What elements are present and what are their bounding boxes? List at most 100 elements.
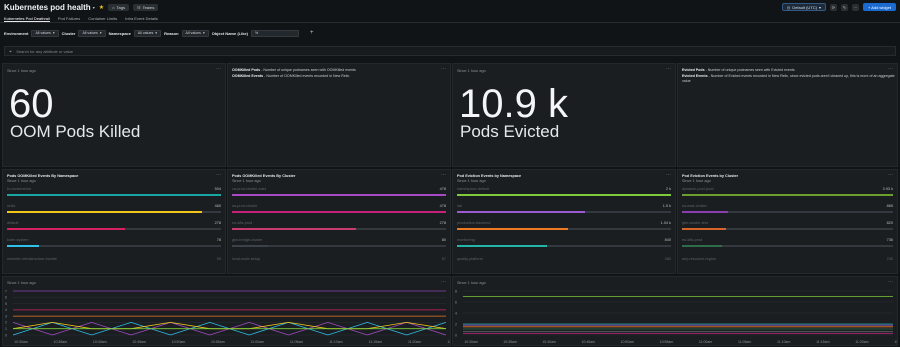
panel-title: Pods OOMKilled Events By Namespace: [7, 174, 79, 178]
tab-container-limits[interactable]: Container Limits: [88, 14, 117, 22]
object-name-input[interactable]: %: [250, 29, 299, 37]
cluster-value: All values: [82, 31, 98, 35]
teams-label: Teams: [142, 4, 155, 10]
bar-fill: [7, 245, 40, 247]
search-placeholder: Search for any attribute or value: [16, 48, 74, 54]
more-icon[interactable]: ⋯: [216, 66, 221, 72]
oom-by-cluster-panel: Pods OOMKilled Events By Cluster Since 1…: [227, 169, 451, 274]
bar-row[interactable]: production-backend 1.04 k: [457, 221, 671, 235]
oom-events-term: OOMKilled Events: [232, 74, 264, 78]
more-icon[interactable]: ⋯: [441, 279, 446, 285]
filter-label-environment: Environment: [4, 30, 29, 36]
x-tick-label: 10:45am: [132, 340, 146, 344]
cluster-select[interactable]: All values ▾: [78, 29, 106, 37]
bar-row[interactable]: gke-cluster-test 820: [682, 221, 893, 235]
more-icon[interactable]: ⋯: [216, 172, 221, 178]
chevron-down-icon: ▾: [155, 31, 158, 35]
bar-fill: [7, 211, 202, 213]
teams-button[interactable]: ☷ Teams: [132, 3, 159, 11]
y-tick-label: 8: [455, 289, 457, 293]
bar-row[interactable]: namespace-default 2 k: [457, 187, 671, 201]
more-icon[interactable]: ⋯: [441, 172, 446, 178]
x-tick-label: 11:25am: [894, 340, 898, 344]
bar-row[interactable]: dynamic-pool-prod 3.93 k: [682, 187, 893, 201]
chevron-down-icon[interactable]: ▾: [93, 5, 95, 10]
y-tick-label: 2: [5, 321, 7, 325]
bar-row[interactable]: newrelic-infrastructure-bundle 59: [7, 257, 221, 271]
bar-fill: [232, 228, 357, 230]
eviction-timeseries-panel: Since 1 hour ago ⋯ 8 6 4 2 0 10:30am 10:35am 10…: [452, 276, 898, 346]
chevron-down-icon: ▾: [99, 31, 102, 35]
bar-row[interactable]: redis 460: [7, 204, 221, 218]
tab-pod-failures[interactable]: Pod Failures: [58, 14, 80, 22]
bar-value: 840: [664, 238, 671, 242]
filter-label-cluster: Cluster: [61, 30, 76, 36]
bar-value: 278: [214, 221, 221, 225]
more-icon[interactable]: ⋯: [666, 66, 671, 72]
oom-pods-description: OOMKilled Pods - Number of unique podnam…: [232, 68, 447, 73]
environment-select[interactable]: All values ▾: [31, 29, 59, 37]
favorite-star-icon[interactable]: ★: [99, 4, 104, 11]
panel-title: Pods OOMKilled Events By Cluster: [232, 174, 296, 178]
timezone-picker[interactable]: ◷ Default (UTC) ▾: [781, 3, 826, 11]
bar-fill: [232, 211, 446, 213]
x-tick-label: 10:30am: [14, 340, 28, 344]
tab-deathrail[interactable]: Kubernetes Pod Deathrail: [4, 14, 50, 22]
clock-icon: ◷: [786, 4, 791, 10]
x-tick-label: 11:15am: [816, 340, 829, 344]
bar-row[interactable]: eu-k8s-prod 278: [232, 221, 446, 235]
namespace-select[interactable]: All values ▾: [133, 29, 162, 37]
evicted-pods-label: Pods Evicted: [460, 122, 560, 141]
more-icon[interactable]: ⋯: [666, 172, 671, 178]
bar-fill: [232, 245, 269, 247]
bar-row[interactable]: ca-prod-cluster-east 478: [232, 187, 446, 201]
panel-title: Pod Eviction Events by Cluster: [682, 174, 739, 178]
bar-label: sa-prod-cluster: [232, 204, 258, 208]
bar-row[interactable]: quality-platform 280: [457, 257, 671, 271]
bar-track: [682, 245, 893, 247]
more-icon[interactable]: ⋯: [851, 3, 859, 11]
bar-row[interactable]: default 278: [7, 221, 221, 235]
bar-row[interactable]: kr-clusterstore 504: [7, 187, 221, 201]
add-variable-icon[interactable]: +: [310, 30, 314, 36]
edit-icon[interactable]: ✎: [840, 3, 848, 11]
bar-row[interactable]: any-resource-region 235: [682, 257, 893, 271]
bar-fill: [457, 245, 547, 247]
attribute-search-bar[interactable]: ⏷ Search for any attribute or value: [4, 46, 896, 56]
bar-row[interactable]: gke-bridge-cluster 80: [232, 238, 446, 252]
bar-row[interactable]: eu-k8s-prod 736: [682, 238, 893, 252]
bar-row[interactable]: lab 1.5 k: [457, 204, 671, 218]
bar-label: monitoring: [457, 238, 475, 242]
bar-row[interactable]: monitoring 840: [457, 238, 671, 252]
bar-fill: [457, 194, 671, 196]
timezone-label: Default (UTC): [792, 4, 817, 10]
tags-button[interactable]: ⌂ Tags: [108, 3, 129, 11]
bar-track: [7, 211, 221, 213]
dashboard-title[interactable]: Kubernetes pod health: [4, 3, 91, 12]
bar-label: kube-system: [7, 238, 29, 242]
bar-row[interactable]: local-node-setup 57: [232, 257, 446, 271]
environment-value: All values: [35, 31, 51, 35]
bar-row[interactable]: us-east-cluster 865: [682, 204, 893, 218]
eviction-line-chart[interactable]: 8 6 4 2 0 10:30am 10:35am 10:40am 10:45am 10:50am…: [453, 287, 898, 346]
add-widget-button[interactable]: + Add widget: [862, 3, 896, 11]
bar-row[interactable]: kube-system 78: [7, 238, 221, 252]
eviction-by-namespace-panel: Pod Eviction Events by Namespace Since 1…: [452, 169, 676, 274]
reason-value: All values: [185, 31, 201, 35]
bar-label: quality-platform: [457, 257, 483, 261]
more-icon[interactable]: ⋯: [888, 172, 893, 178]
more-icon[interactable]: ⋯: [888, 279, 893, 285]
tab-infra-event-details[interactable]: Infra Event Details: [125, 14, 158, 22]
bar-track: [232, 211, 446, 213]
refresh-icon[interactable]: ⟳: [829, 3, 837, 11]
bar-value: 504: [214, 187, 221, 191]
bar-row[interactable]: sa-prod-cluster 478: [232, 204, 446, 218]
bar-value: 1.5 k: [662, 204, 671, 208]
oom-line-chart[interactable]: 7 6 5 4 3 2 1 0 10:30am 10:35am 10:40am 10:45am 10:5…: [3, 287, 451, 346]
series-line[interactable]: [12, 321, 447, 330]
bar-label: eu-k8s-prod: [232, 221, 253, 225]
y-tick-label: 7: [5, 289, 7, 293]
bar-track: [682, 194, 893, 196]
reason-select[interactable]: All values ▾: [181, 29, 209, 37]
filter-icon[interactable]: ⏷: [9, 49, 12, 54]
